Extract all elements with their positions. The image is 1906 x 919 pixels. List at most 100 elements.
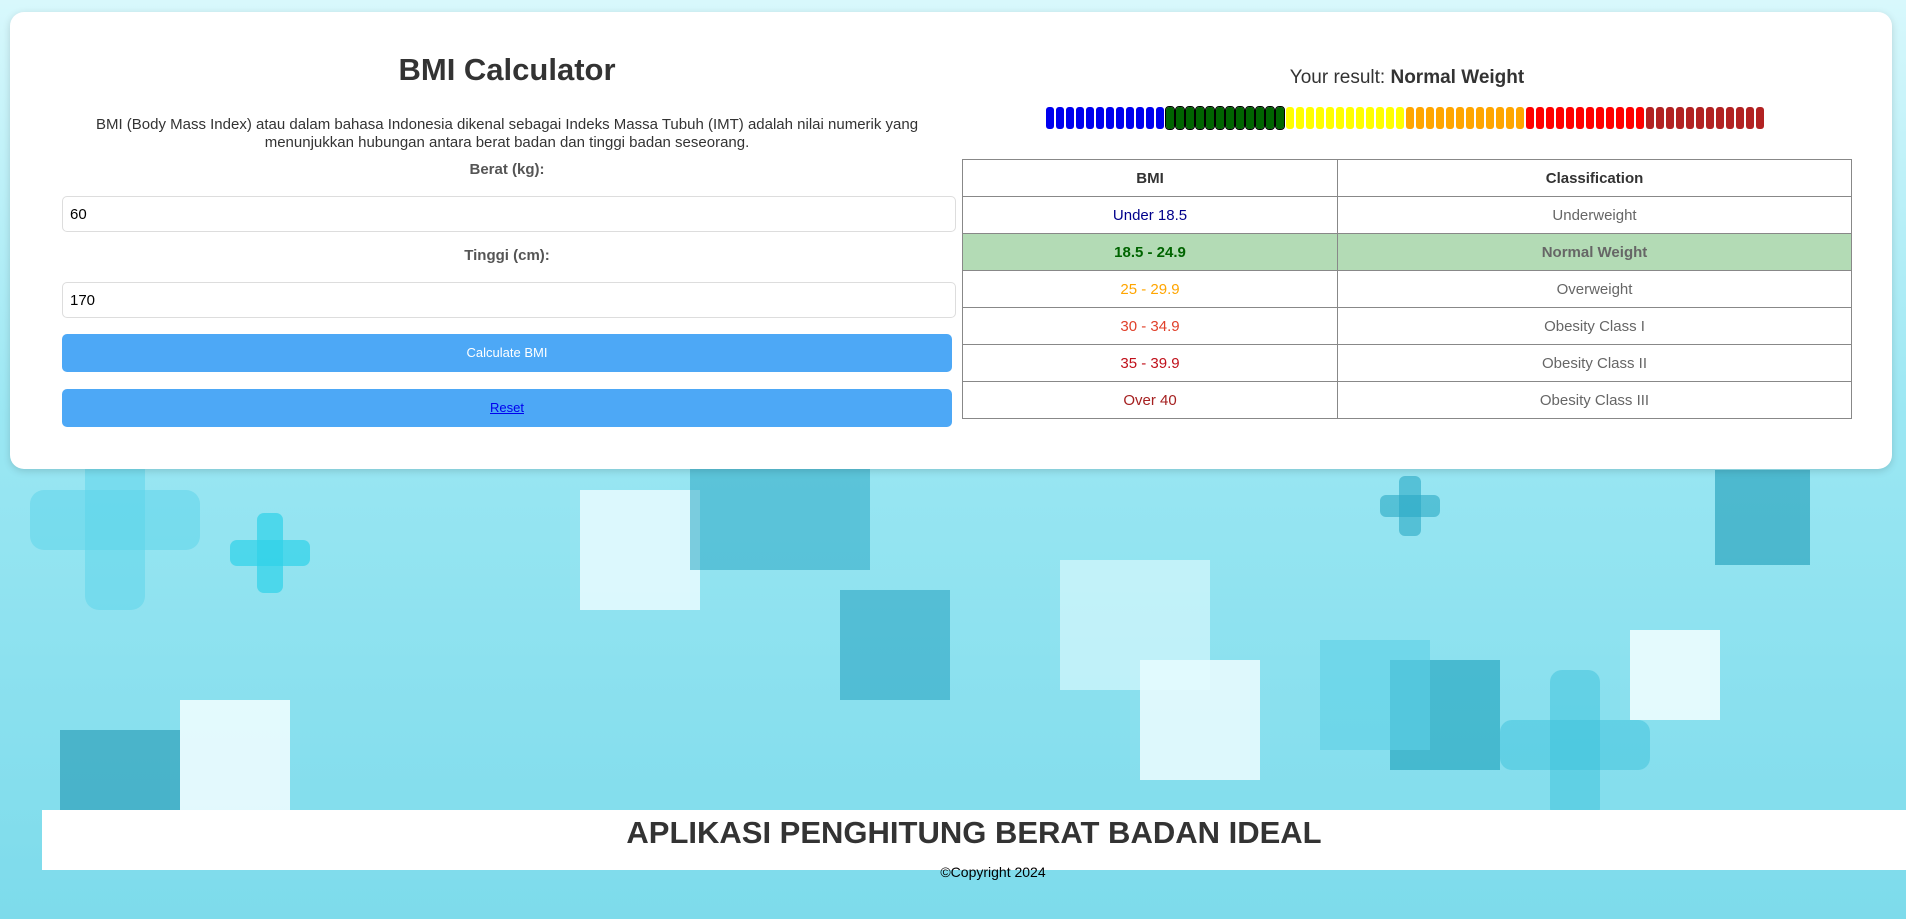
classification-cell: Obesity Class I — [1337, 307, 1852, 345]
table-row: Over 40 Obesity Class III — [962, 381, 1852, 419]
table-row: 35 - 39.9 Obesity Class II — [962, 344, 1852, 382]
footer-banner: APLIKASI PENGHITUNG BERAT BADAN IDEAL — [42, 810, 1906, 870]
scale-segment — [1136, 107, 1144, 129]
scale-segment — [1265, 106, 1275, 130]
result-prefix: Your result: — [1289, 67, 1386, 88]
scale-segment — [1376, 107, 1384, 129]
scale-segment — [1546, 107, 1554, 129]
scale-segment — [1416, 107, 1424, 129]
scale-segment — [1646, 107, 1654, 129]
reset-button[interactable]: Reset — [62, 389, 952, 427]
scale-segment — [1235, 106, 1245, 130]
scale-segment — [1116, 107, 1124, 129]
scale-segment — [1165, 106, 1175, 130]
table-row: 25 - 29.9 Overweight — [962, 270, 1852, 308]
calculate-bmi-button[interactable]: Calculate BMI — [62, 334, 952, 372]
scale-segment — [1496, 107, 1504, 129]
result-value: Normal Weight — [1390, 67, 1525, 88]
table-row: 30 - 34.9 Obesity Class I — [962, 307, 1852, 345]
bmi-range-cell: 25 - 29.9 — [962, 270, 1338, 308]
scale-segment — [1306, 107, 1314, 129]
scale-segment — [1626, 107, 1634, 129]
classification-cell: Normal Weight — [1337, 233, 1852, 271]
scale-segment — [1146, 107, 1154, 129]
bmi-range-cell: Under 18.5 — [962, 196, 1338, 234]
scale-segment — [1726, 107, 1734, 129]
scale-segment — [1666, 107, 1674, 129]
scale-segment — [1586, 107, 1594, 129]
scale-segment — [1606, 107, 1614, 129]
bmi-range-cell: 18.5 - 24.9 — [962, 233, 1338, 271]
classification-cell: Obesity Class III — [1337, 381, 1852, 419]
scale-segment — [1046, 107, 1054, 129]
scale-segment — [1275, 106, 1285, 130]
scale-segment — [1716, 107, 1724, 129]
scale-segment — [1366, 107, 1374, 129]
scale-segment — [1086, 107, 1094, 129]
bmi-range-cell: Over 40 — [962, 381, 1338, 419]
scale-segment — [1616, 107, 1624, 129]
scale-segment — [1205, 106, 1215, 130]
result-text: Your result: Normal Weight — [962, 67, 1852, 89]
classification-column-header: Classification — [1337, 159, 1852, 197]
copyright-text: ©Copyright 2024 — [940, 864, 1046, 880]
scale-segment — [1245, 106, 1255, 130]
scale-segment — [1356, 107, 1364, 129]
scale-segment — [1656, 107, 1664, 129]
scale-segment — [1446, 107, 1454, 129]
scale-segment — [1506, 107, 1514, 129]
page-title: BMI Calculator — [398, 52, 616, 87]
scale-segment — [1466, 107, 1474, 129]
scale-segment — [1436, 107, 1444, 129]
bmi-range-cell: 30 - 34.9 — [962, 307, 1338, 345]
scale-segment — [1386, 107, 1394, 129]
table-row: 18.5 - 24.9 Normal Weight — [962, 233, 1852, 271]
scale-segment — [1636, 107, 1644, 129]
bmi-column-header: BMI — [962, 159, 1338, 197]
scale-segment — [1756, 107, 1764, 129]
scale-segment — [1576, 107, 1584, 129]
scale-segment — [1076, 107, 1084, 129]
scale-segment — [1296, 107, 1304, 129]
scale-segment — [1426, 107, 1434, 129]
scale-segment — [1066, 107, 1074, 129]
scale-segment — [1215, 106, 1225, 130]
scale-segment — [1706, 107, 1714, 129]
scale-segment — [1456, 107, 1464, 129]
height-input[interactable] — [62, 282, 956, 318]
height-label: Tinggi (cm): — [464, 247, 550, 264]
bmi-description: BMI (Body Mass Index) atau dalam bahasa … — [95, 116, 919, 151]
scale-segment — [1255, 106, 1265, 130]
scale-segment — [1676, 107, 1684, 129]
scale-segment — [1346, 107, 1354, 129]
scale-segment — [1175, 106, 1185, 130]
weight-label: Berat (kg): — [469, 161, 545, 178]
scale-segment — [1566, 107, 1574, 129]
weight-input[interactable] — [62, 196, 956, 232]
bmi-classification-table: BMI Classification Under 18.5 Underweight… — [962, 159, 1852, 419]
scale-segment — [1195, 106, 1205, 130]
classification-cell: Overweight — [1337, 270, 1852, 308]
scale-segment — [1106, 107, 1114, 129]
scale-segment — [1396, 107, 1404, 129]
scale-segment — [1526, 107, 1534, 129]
classification-cell: Underweight — [1337, 196, 1852, 234]
scale-segment — [1686, 107, 1694, 129]
scale-segment — [1476, 107, 1484, 129]
table-header-row: BMI Classification — [962, 159, 1852, 197]
scale-segment — [1516, 107, 1524, 129]
scale-segment — [1156, 107, 1164, 129]
scale-segment — [1596, 107, 1604, 129]
scale-segment — [1316, 107, 1324, 129]
scale-segment — [1486, 107, 1494, 129]
scale-segment — [1056, 107, 1064, 129]
scale-segment — [1185, 106, 1195, 130]
scale-segment — [1225, 106, 1235, 130]
bmi-range-cell: 35 - 39.9 — [962, 344, 1338, 382]
classification-cell: Obesity Class II — [1337, 344, 1852, 382]
scale-segment — [1736, 107, 1744, 129]
scale-segment — [1696, 107, 1704, 129]
scale-segment — [1406, 107, 1414, 129]
table-row: Under 18.5 Underweight — [962, 196, 1852, 234]
bmi-color-scale — [1046, 106, 1764, 130]
